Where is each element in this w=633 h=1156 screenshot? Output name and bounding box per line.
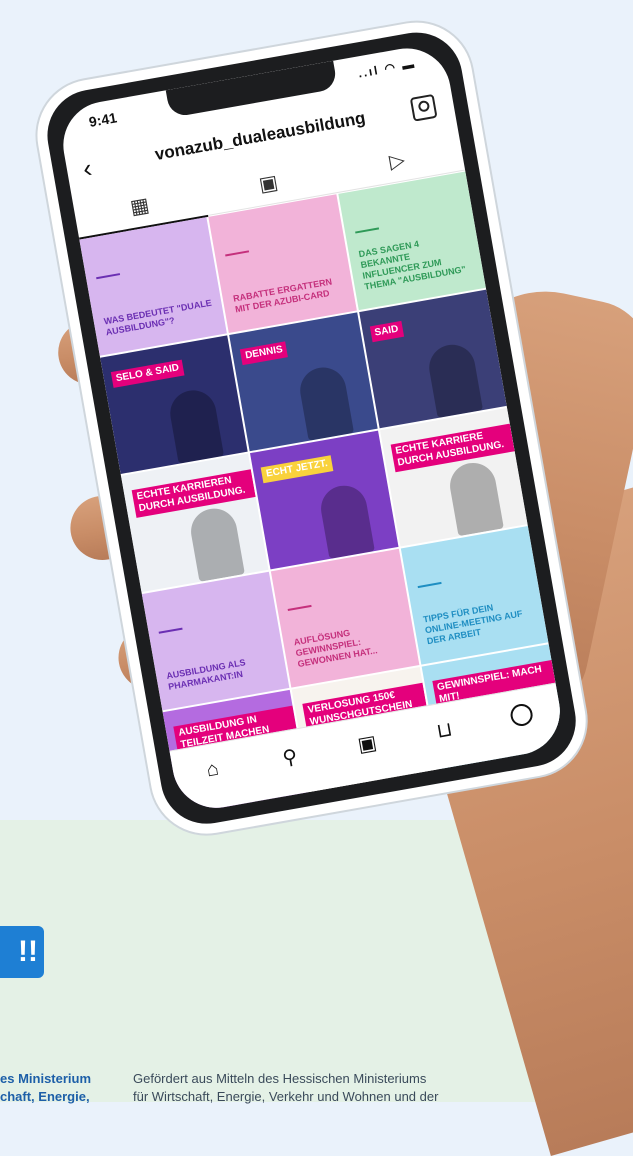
post-tile[interactable]: ECHTE KARRIEREN DURCH AUSBILDUNG. (120, 453, 269, 593)
search-icon[interactable]: ⚲ (249, 738, 331, 776)
post-tile[interactable]: ECHT JETZT. (250, 430, 399, 570)
post-caption: TIPPS FÜR DEIN ONLINE-MEETING AUF DER AR… (422, 602, 524, 647)
post-headline: ECHTE KARRIERE DURCH AUSBILDUNG. (390, 423, 515, 473)
exclamation-badge: !! (0, 926, 44, 978)
status-icons: ..ıl ◠ ▬ (357, 56, 418, 81)
profile-icon-glyph (508, 702, 535, 728)
post-caption: AUSBILDUNG ALS PHARMAKANT:IN (165, 657, 247, 692)
home-icon-glyph: ⌂ (204, 757, 221, 782)
post-tile[interactable]: SELO & SAID (100, 335, 249, 474)
shop-icon-glyph: ⊔ (434, 718, 455, 743)
post-accent-line (417, 581, 442, 589)
ministry-line-1: es Ministerium (0, 1071, 92, 1086)
post-photo-person (296, 363, 354, 441)
post-caption: WAS BEDEUTET "DUALE AUSBILDUNG"? (103, 297, 213, 338)
reels-icon-glyph: ▣ (356, 731, 379, 757)
post-photo-person (187, 504, 246, 582)
post-photo-person (425, 341, 484, 419)
reels-icon: ▣ (257, 171, 280, 197)
funding-note: Gefördert aus Mitteln des Hessischen Min… (133, 1070, 493, 1106)
contact-icon[interactable] (409, 93, 438, 122)
phone-frame: 9:41 ..ıl ◠ ▬ ‹ vonazub_dualeausbildung … (28, 13, 595, 843)
profile-icon[interactable] (481, 697, 563, 738)
post-tile[interactable]: DENNIS (229, 312, 378, 452)
search-icon-glyph: ⚲ (280, 745, 300, 770)
home-icon[interactable]: ⌂ (172, 752, 253, 788)
post-tile[interactable]: AUSBILDUNG ALS PHARMAKANT:IN (141, 571, 290, 711)
post-tile[interactable]: TIPPS FÜR DEIN ONLINE-MEETING AUF DER AR… (400, 526, 549, 665)
funding-line-2: für Wirtschaft, Energie, Verkehr und Woh… (133, 1089, 439, 1104)
post-tile[interactable]: ECHTE KARRIERE DURCH AUSBILDUNG. (379, 407, 528, 547)
post-headline: SELO & SAID (110, 359, 185, 388)
ministry-text-partial: es Ministerium chaft, Energie, (0, 1070, 91, 1106)
post-accent-line (354, 227, 379, 234)
post-headline: ECHT JETZT. (260, 455, 333, 484)
funding-line-1: Gefördert aus Mitteln des Hessischen Min… (133, 1071, 427, 1086)
post-headline: ECHTE KARRIEREN DURCH AUSBILDUNG. (131, 469, 256, 518)
post-tile[interactable]: WAS BEDEUTET "DUALE AUSBILDUNG"? (79, 217, 228, 356)
post-headline: SAID (369, 320, 404, 343)
post-tile[interactable]: DAS SAGEN 4 BEKANNTE INFLUENCER ZUM THEM… (337, 171, 486, 311)
status-time: 9:41 (87, 109, 119, 130)
post-photo-person (446, 459, 505, 537)
post-tile[interactable]: SAID (358, 289, 507, 429)
post-accent-line (158, 627, 183, 634)
post-accent-line (96, 273, 121, 280)
post-caption: AUFLÖSUNG GEWINNSPIEL: GEWONNEN HAT... (292, 627, 379, 670)
post-headline: DENNIS (240, 341, 289, 366)
phone-screen: 9:41 ..ıl ◠ ▬ ‹ vonazub_dualeausbildung … (56, 41, 567, 815)
post-photo-person (317, 482, 375, 560)
post-caption: RABATTE ERGATTERN MIT DER AZUBI-CARD (232, 276, 333, 315)
post-accent-line (287, 604, 312, 611)
reels-icon[interactable]: ▣ (326, 725, 408, 763)
shop-icon[interactable]: ⊔ (404, 711, 486, 749)
grid-icon: ▦ (128, 194, 152, 220)
post-photo-person (167, 386, 225, 464)
post-tile[interactable]: RABATTE ERGATTERN MIT DER AZUBI-CARD (208, 194, 357, 333)
post-accent-line (225, 250, 250, 257)
post-tile[interactable]: AUFLÖSUNG GEWINNSPIEL: GEWONNEN HAT... (271, 548, 420, 688)
ministry-line-2: chaft, Energie, (0, 1089, 90, 1104)
play-icon: ▷ (387, 149, 407, 174)
post-caption: DAS SAGEN 4 BEKANNTE INFLUENCER ZUM THEM… (357, 238, 467, 292)
